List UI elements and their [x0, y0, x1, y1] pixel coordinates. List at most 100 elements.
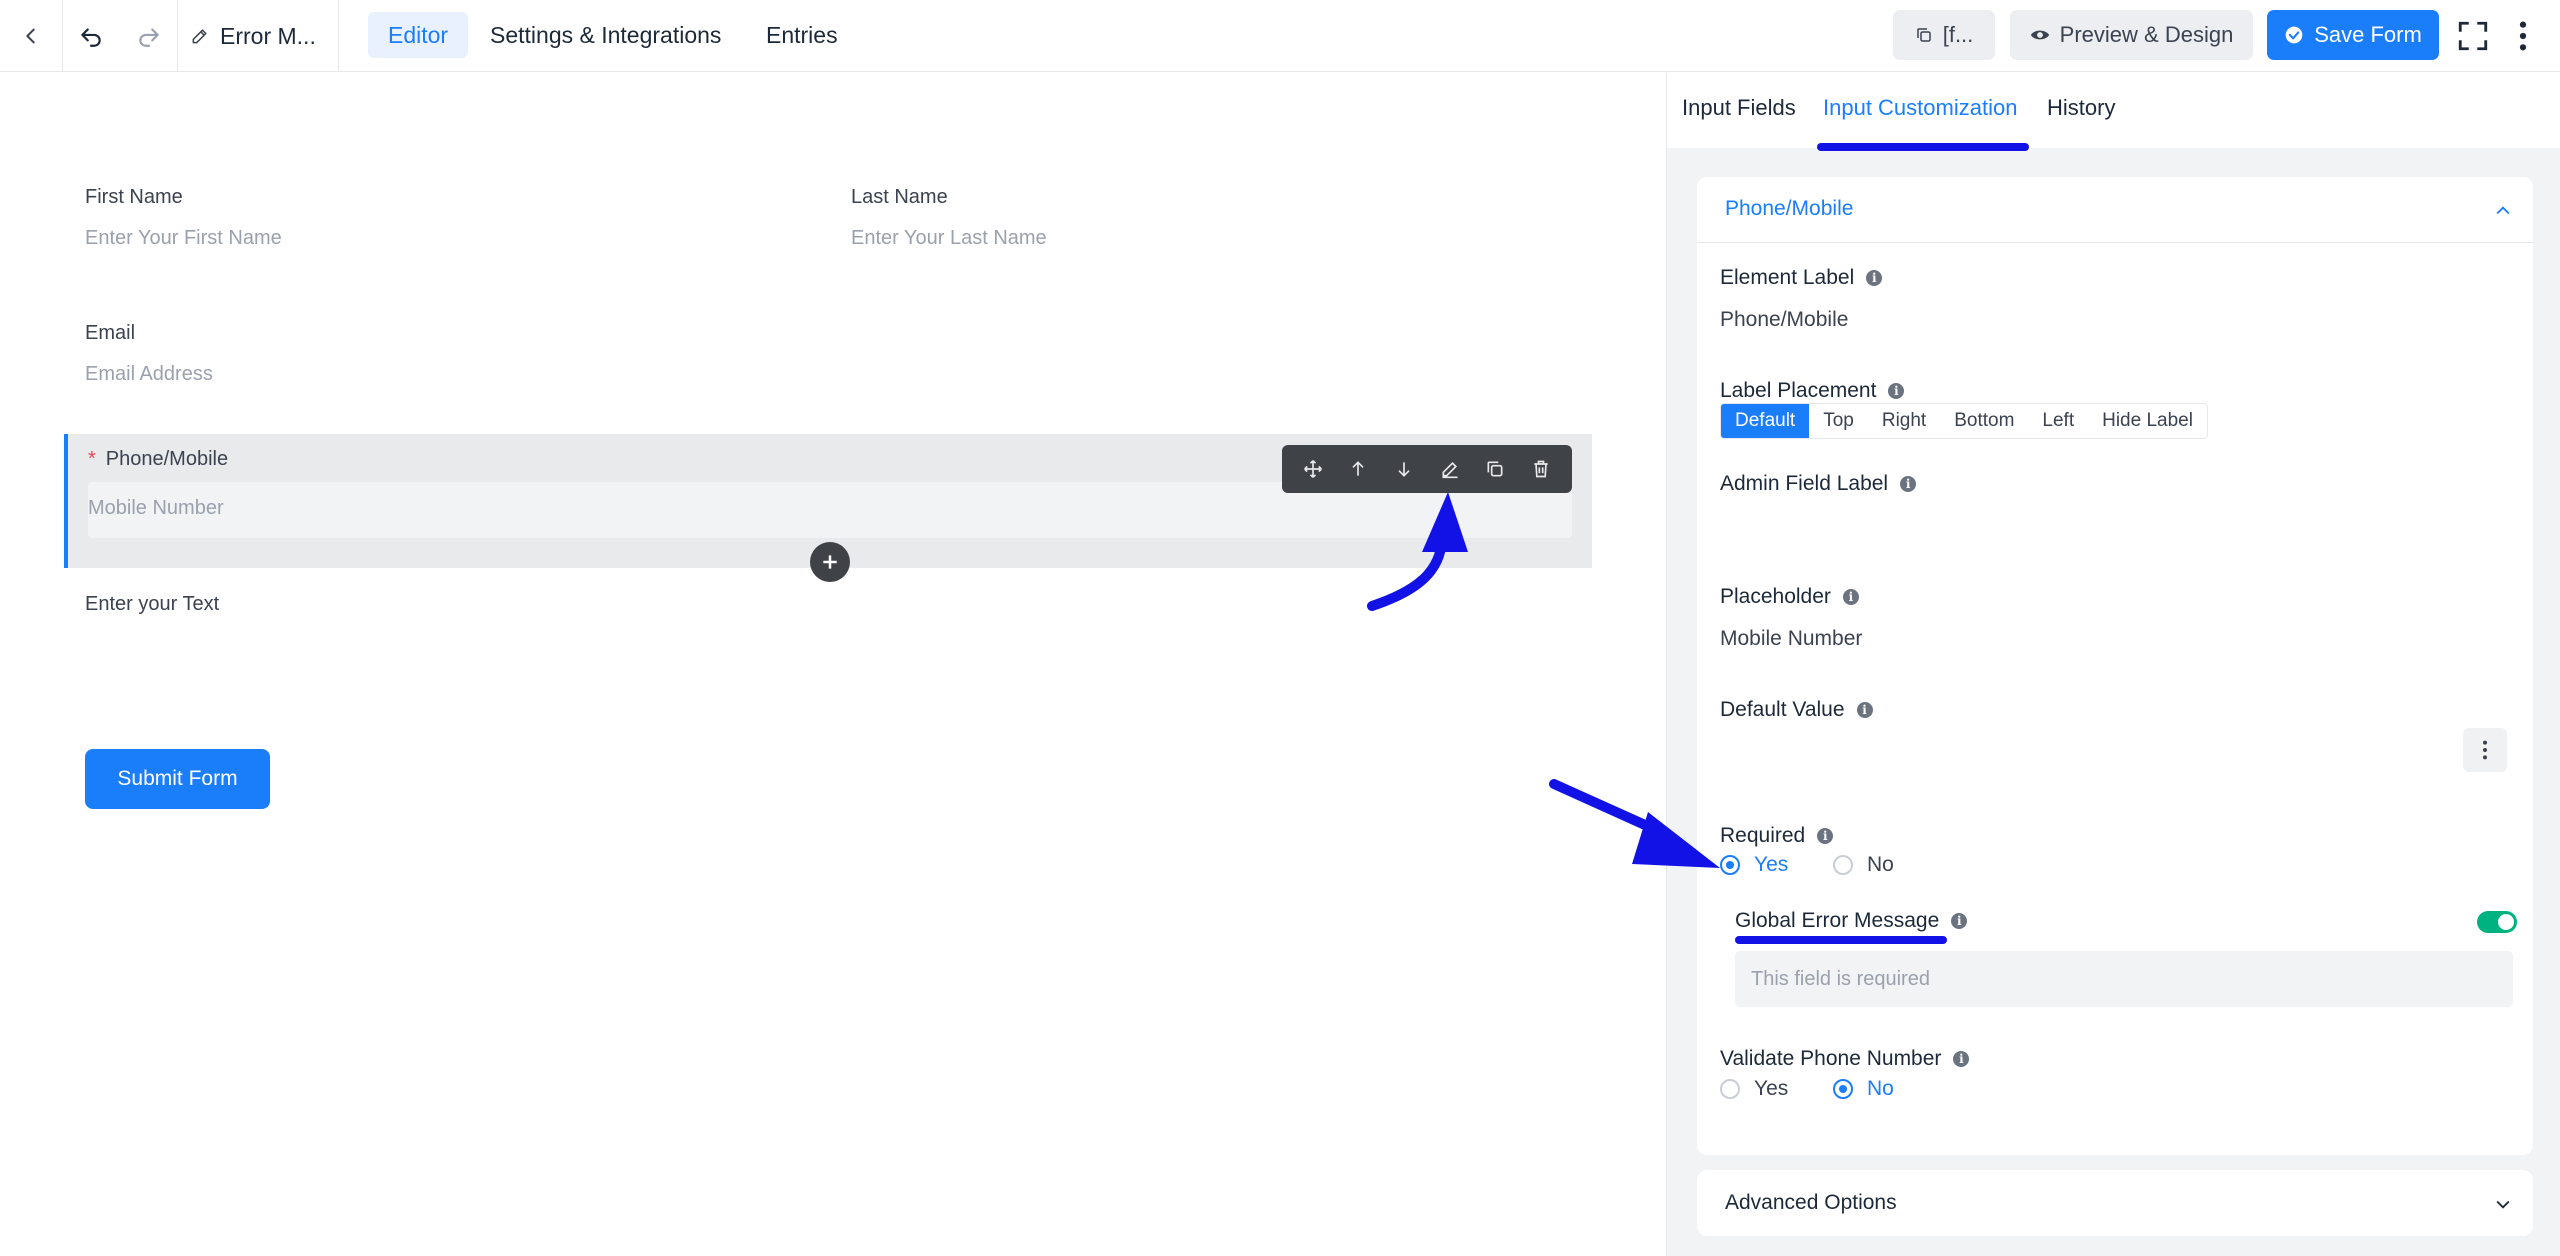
email-label: Email [85, 322, 136, 344]
element-label-input[interactable]: Phone/Mobile [1720, 308, 1848, 332]
text-field-label: Enter your Text [85, 593, 220, 615]
placeholder-heading: Placeholder i [1720, 585, 1859, 609]
default-value-options-button[interactable] [2463, 728, 2507, 772]
annotation-underline [1817, 143, 2029, 151]
default-value-text: Default Value [1720, 698, 1845, 721]
radio-selected-icon[interactable] [1833, 1079, 1853, 1099]
required-no-label: No [1867, 853, 1894, 876]
global-error-heading: Global Error Message i [1735, 909, 1968, 933]
top-bar: Error M... Editor Settings & Integration… [0, 0, 2560, 72]
save-form-button[interactable]: Save Form [2267, 10, 2439, 60]
check-circle-icon [2285, 26, 2303, 44]
last-name-input[interactable]: Enter Your Last Name [851, 227, 1047, 250]
plus-icon [823, 555, 837, 569]
radio-unselected-icon[interactable] [1720, 1079, 1740, 1099]
shortcode-button[interactable]: [f... [1893, 10, 1995, 60]
field-settings-card: Phone/Mobile Element Label i Phone/Mobil… [1697, 177, 2533, 1155]
info-icon: i [1842, 589, 1859, 605]
placement-hide-label[interactable]: Hide Label [2088, 404, 2207, 438]
radio-unselected-icon[interactable] [1833, 855, 1853, 875]
advanced-options-section[interactable]: Advanced Options [1697, 1170, 2533, 1236]
eye-icon [2030, 30, 2049, 40]
email-input[interactable]: Email Address [85, 363, 213, 386]
tab-entries[interactable]: Entries [746, 12, 858, 58]
preview-design-button[interactable]: Preview & Design [2010, 10, 2253, 60]
info-icon: i [1817, 828, 1834, 844]
settings-panel: Input Fields Input Customization History… [1666, 73, 2560, 1256]
tab-settings-integrations[interactable]: Settings & Integrations [470, 12, 741, 58]
placement-top[interactable]: Top [1809, 404, 1868, 438]
phone-label: * Phone/Mobile [88, 448, 228, 471]
redo-button[interactable] [121, 0, 177, 72]
first-name-input[interactable]: Enter Your First Name [85, 227, 282, 250]
chevron-down-icon[interactable] [2493, 1194, 2513, 1214]
admin-field-label-input[interactable] [1720, 512, 2500, 552]
info-icon: i [1866, 270, 1883, 286]
placement-left[interactable]: Left [2028, 404, 2088, 438]
save-form-label: Save Form [2314, 22, 2422, 47]
required-asterisk: * [88, 448, 96, 470]
validate-no-label: No [1867, 1077, 1894, 1100]
phone-label-text: Phone/Mobile [105, 448, 229, 470]
required-no-option[interactable]: No [1833, 853, 1894, 877]
validate-phone-heading: Validate Phone Number i [1720, 1047, 1970, 1071]
validate-yes-option[interactable]: Yes [1720, 1077, 1788, 1101]
placement-bottom[interactable]: Bottom [1940, 404, 2028, 438]
move-up-icon[interactable] [1348, 459, 1368, 479]
placeholder-text: Placeholder [1720, 585, 1831, 608]
global-error-toggle[interactable] [2477, 911, 2517, 933]
move-down-icon[interactable] [1394, 459, 1414, 479]
back-button[interactable] [0, 0, 62, 72]
admin-field-label-text: Admin Field Label [1720, 472, 1889, 495]
trash-icon[interactable] [1531, 459, 1551, 479]
info-icon: i [1953, 1051, 1970, 1067]
radio-selected-icon[interactable] [1720, 855, 1740, 875]
more-options-button[interactable] [2500, 0, 2546, 72]
fullscreen-button[interactable] [2450, 0, 2496, 72]
required-yes-label: Yes [1754, 853, 1789, 876]
info-icon: i [1888, 383, 1905, 399]
fullscreen-icon [2458, 21, 2488, 51]
element-label-text: Element Label [1720, 266, 1855, 289]
validate-phone-text: Validate Phone Number [1720, 1047, 1942, 1070]
global-error-text: Global Error Message [1735, 909, 1940, 932]
label-placement-heading: Label Placement i [1720, 379, 1905, 403]
kebab-menu-icon [2482, 740, 2488, 760]
annotation-underline [1735, 936, 1947, 944]
undo-button[interactable] [63, 0, 119, 72]
panel-tabs: Input Fields Input Customization History [1667, 73, 2560, 151]
submit-form-button[interactable]: Submit Form [85, 749, 270, 809]
placement-default[interactable]: Default [1721, 404, 1810, 438]
tab-history[interactable]: History [2047, 95, 2115, 121]
section-header[interactable]: Phone/Mobile [1697, 177, 2533, 243]
add-field-button[interactable] [810, 542, 850, 582]
error-message-input[interactable]: This field is required [1735, 951, 2513, 1007]
phone-placeholder: Mobile Number [88, 497, 224, 519]
advanced-options-title: Advanced Options [1725, 1191, 1897, 1214]
duplicate-icon[interactable] [1485, 459, 1505, 479]
label-placement-selector: Default Top Right Bottom Left Hide Label [1720, 403, 2208, 439]
required-yes-option[interactable]: Yes [1720, 853, 1788, 877]
kebab-menu-icon [2519, 21, 2527, 51]
default-value-input[interactable] [1720, 737, 2470, 777]
placeholder-input[interactable]: Mobile Number [1720, 627, 1862, 651]
tab-input-customization[interactable]: Input Customization [1823, 95, 2017, 121]
pencil-icon [192, 29, 207, 44]
default-value-heading: Default Value i [1720, 698, 1873, 722]
section-title: Phone/Mobile [1725, 197, 1854, 220]
placement-right[interactable]: Right [1868, 404, 1940, 438]
move-icon[interactable] [1303, 459, 1323, 479]
preview-design-label: Preview & Design [2059, 22, 2234, 47]
chevron-up-icon[interactable] [2493, 201, 2513, 221]
element-label-heading: Element Label i [1720, 266, 1883, 290]
first-name-label: First Name [85, 186, 183, 208]
info-icon: i [1951, 913, 1968, 929]
validate-no-option[interactable]: No [1833, 1077, 1894, 1101]
tab-input-fields[interactable]: Input Fields [1682, 95, 1796, 121]
form-title-text: Error M... [220, 22, 316, 49]
field-toolbar [1282, 445, 1572, 493]
tab-editor[interactable]: Editor [368, 12, 469, 58]
form-title[interactable]: Error M... [190, 0, 316, 72]
chevron-left-icon [26, 28, 35, 44]
edit-icon[interactable] [1440, 459, 1460, 479]
